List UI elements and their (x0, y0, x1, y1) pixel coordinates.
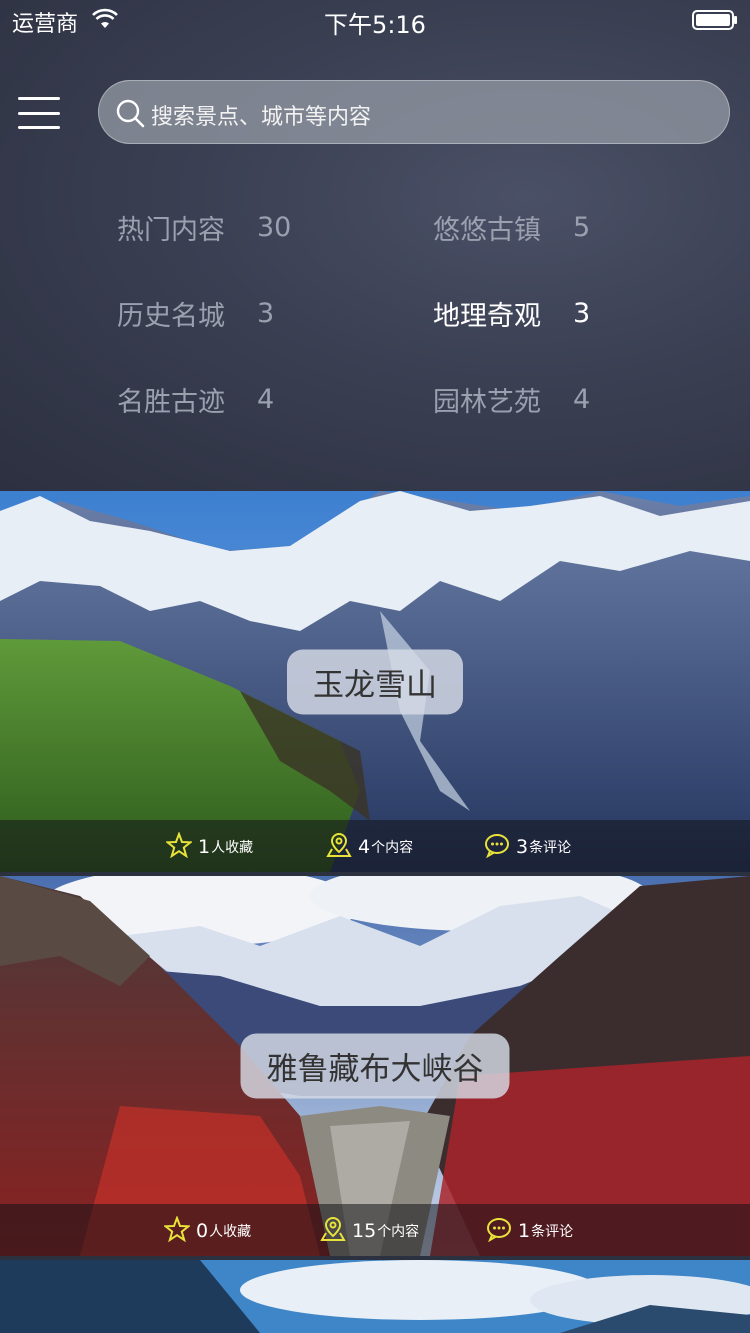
scenic-card[interactable] (0, 1260, 750, 1333)
header-panel: 运营商 下午5:16 搜索景点、城市等内容 热门内容 30 悠悠古镇 5 历史名… (0, 0, 750, 491)
contents-stat[interactable]: 15 个内容 (320, 1216, 419, 1242)
comments-stat[interactable]: 1 条评论 (486, 1216, 573, 1242)
battery-icon (692, 10, 737, 30)
location-icon (326, 832, 352, 857)
contents-unit: 个内容 (371, 840, 414, 856)
card-stats-bar: 1 人收藏 4 个内容 3 条评论 (0, 820, 750, 872)
scenic-card[interactable]: 雅鲁藏布大峡谷 0 人收藏 15 个内容 1 条评论 (0, 876, 750, 1256)
comments-stat[interactable]: 3 条评论 (484, 832, 571, 858)
scenic-card[interactable]: 玉龙雪山 1 人收藏 4 个内容 3 条评论 (0, 491, 750, 872)
category-count: 4 (573, 384, 591, 415)
category-geo-wonder[interactable]: 地理奇观 3 (433, 294, 590, 333)
contents-count: 4 (358, 836, 371, 858)
favorites-unit: 人收藏 (211, 840, 254, 856)
search-placeholder: 搜索景点、城市等内容 (151, 105, 372, 130)
category-label: 悠悠古镇 (433, 215, 541, 246)
category-label: 园林艺苑 (433, 387, 541, 418)
card-stats-bar: 0 人收藏 15 个内容 1 条评论 (0, 1204, 750, 1256)
search-input[interactable]: 搜索景点、城市等内容 (98, 80, 730, 144)
category-count: 3 (257, 298, 275, 329)
card-title: 雅鲁藏布大峡谷 (240, 1033, 510, 1099)
category-hot[interactable]: 热门内容 30 (117, 208, 291, 247)
category-ancient-town[interactable]: 悠悠古镇 5 (433, 208, 590, 247)
favorites-unit: 人收藏 (209, 1224, 252, 1240)
category-label: 热门内容 (117, 215, 225, 246)
search-icon (116, 99, 145, 128)
card-photo (0, 1260, 750, 1333)
favorites-count: 1 (198, 836, 211, 858)
favorites-stat[interactable]: 1 人收藏 (166, 832, 253, 858)
category-label: 历史名城 (117, 301, 225, 332)
contents-stat[interactable]: 4 个内容 (326, 832, 413, 858)
status-bar: 运营商 下午5:16 (0, 0, 750, 40)
star-icon (166, 832, 192, 858)
category-count: 3 (573, 298, 591, 329)
clock: 下午5:16 (324, 11, 426, 39)
comments-count: 1 (518, 1220, 531, 1242)
category-count: 30 (257, 212, 292, 243)
category-count: 5 (573, 212, 591, 243)
comments-unit: 条评论 (529, 840, 572, 856)
favorites-count: 0 (196, 1220, 209, 1242)
comment-icon (487, 1218, 511, 1242)
location-icon (320, 1216, 346, 1241)
category-count: 4 (257, 384, 275, 415)
category-label: 名胜古迹 (117, 387, 225, 418)
category-label: 地理奇观 (433, 301, 541, 332)
comments-count: 3 (516, 836, 529, 858)
star-icon (164, 1216, 190, 1242)
comments-unit: 条评论 (531, 1224, 574, 1240)
contents-count: 15 (352, 1220, 377, 1242)
menu-icon[interactable] (18, 97, 60, 129)
card-title: 玉龙雪山 (287, 649, 463, 714)
contents-unit: 个内容 (377, 1224, 420, 1240)
category-historic-city[interactable]: 历史名城 3 (117, 294, 274, 333)
category-scenic-spot[interactable]: 名胜古迹 4 (117, 380, 274, 419)
favorites-stat[interactable]: 0 人收藏 (164, 1216, 251, 1242)
category-garden[interactable]: 园林艺苑 4 (433, 380, 590, 419)
comment-icon (485, 834, 509, 858)
